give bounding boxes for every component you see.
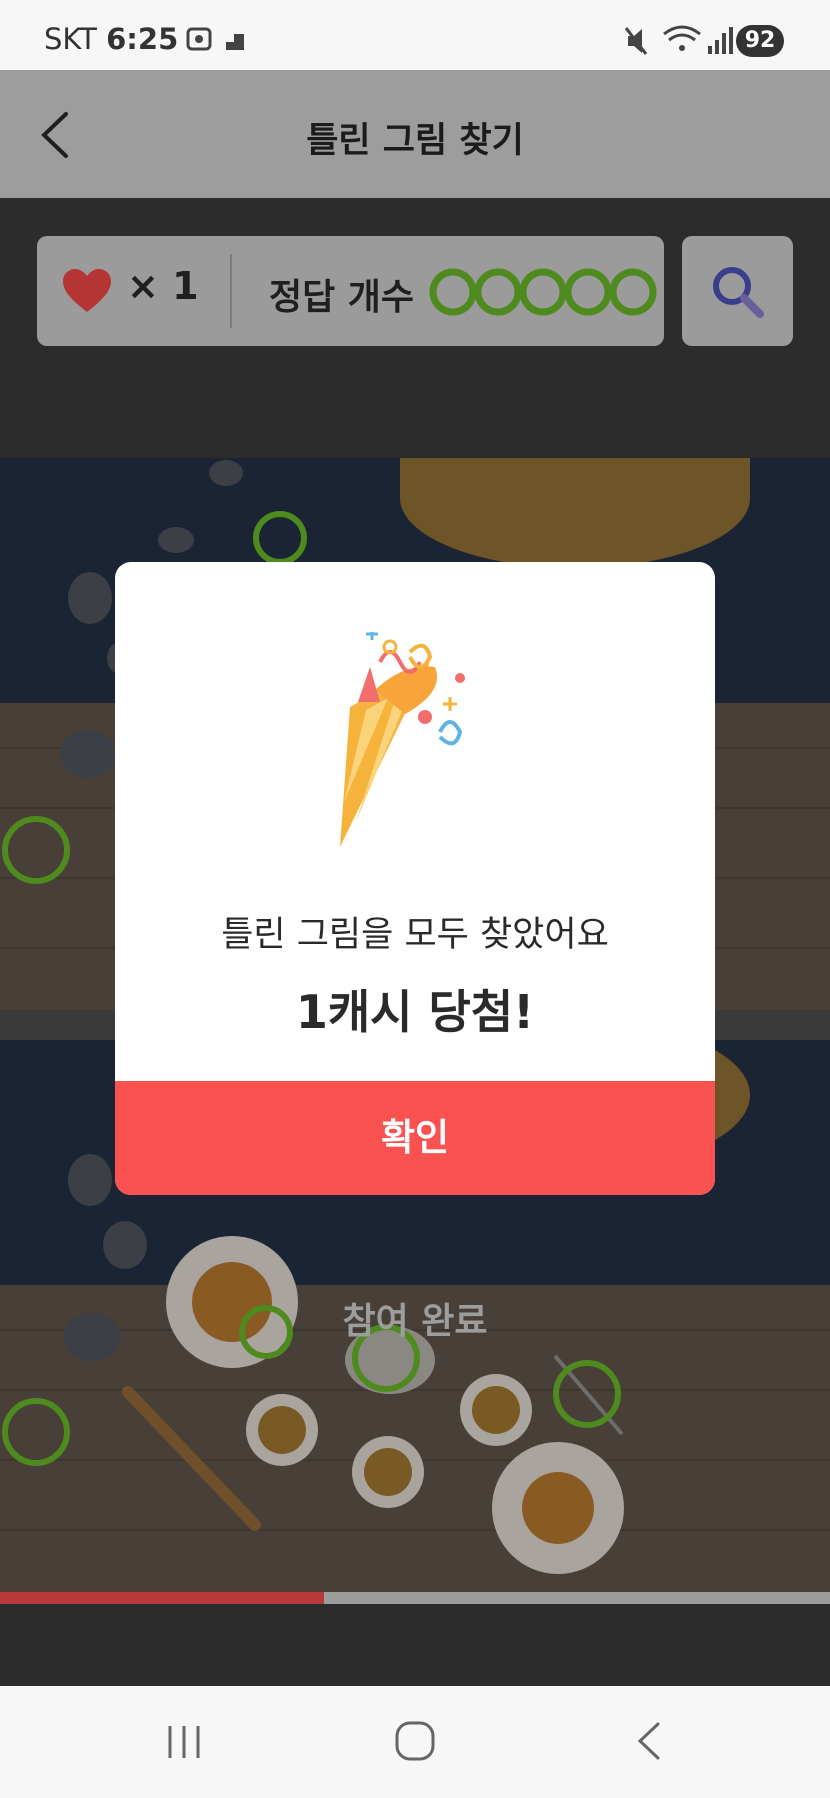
game-bottom-area: [0, 1604, 830, 1686]
answer-rings: [429, 268, 657, 316]
success-dialog: 틀린 그림을 모두 찾았어요 1캐시 당첨! 확인: [115, 562, 715, 1195]
lives-count: × 1: [127, 264, 199, 308]
participation-complete-label: 참여 완료: [342, 1301, 488, 1342]
dialog-prize: 1캐시 당첨!: [295, 985, 535, 1039]
status-bar: SKT 6:25 92: [0, 0, 830, 70]
battery-indicator: 92: [736, 25, 784, 57]
page-title: 틀린 그림 찾기: [306, 121, 524, 161]
confirm-button[interactable]: 확인: [115, 1081, 715, 1195]
answer-ring: [519, 268, 567, 316]
mute-icon: [624, 27, 648, 55]
time-progress-bar: [0, 1592, 830, 1604]
status-notification-icons: [186, 27, 244, 51]
carrier-label: SKT: [44, 22, 97, 56]
answer-ring: [609, 268, 657, 316]
party-popper-icon: [340, 632, 465, 847]
answer-ring: [429, 268, 477, 316]
status-system-icons: [624, 25, 733, 55]
back-icon[interactable]: [630, 1720, 670, 1762]
heart-icon: [63, 269, 111, 312]
answer-ring: [564, 268, 612, 316]
game-hud: × 1 정답 개수: [37, 236, 664, 346]
home-icon[interactable]: [394, 1720, 436, 1762]
answer-count-label: 정답 개수: [269, 277, 415, 318]
recents-icon[interactable]: [164, 1722, 204, 1762]
wifi-icon: [663, 25, 701, 51]
signal-icon: [708, 27, 733, 54]
hud-divider: [230, 254, 232, 328]
time-progress-fill: [0, 1592, 324, 1604]
answer-ring: [474, 268, 522, 316]
system-nav-bar: [0, 1686, 830, 1798]
hint-button[interactable]: [682, 236, 793, 346]
app-header: 틀린 그림 찾기: [0, 70, 830, 198]
dialog-message: 틀린 그림을 모두 찾았어요: [221, 915, 609, 955]
search-icon: [713, 267, 764, 318]
